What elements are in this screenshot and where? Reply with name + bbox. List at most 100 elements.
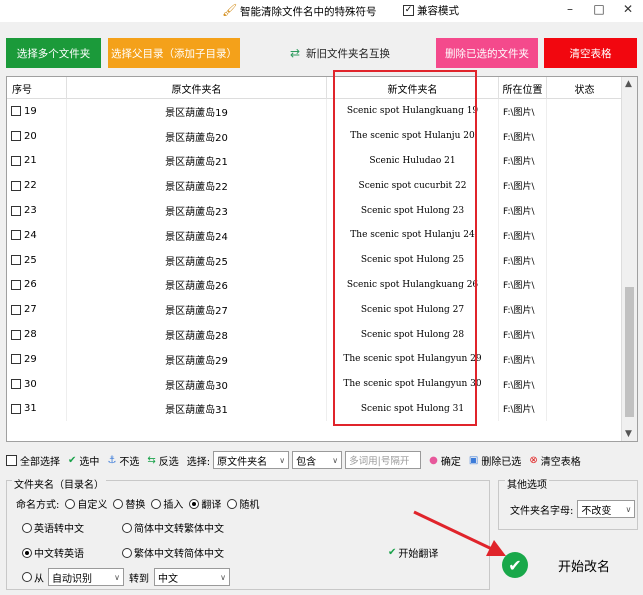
mode-insert-radio[interactable]: 插入: [151, 496, 183, 511]
cell-no: 25: [7, 247, 67, 273]
cell-no: 19: [7, 99, 67, 124]
swap-names-button[interactable]: ⇄ 新旧文件夹名互换: [285, 38, 395, 68]
confirm-button[interactable]: ● 确定: [429, 453, 461, 468]
table-row[interactable]: 31 景区葫蘆岛31 Scenic spot Hulong 31 F:\图片\: [7, 396, 623, 422]
table-body: 19 景区葫蘆岛19 Scenic spot Hulangkuang 19 F:\图片…: [7, 99, 623, 422]
table-row[interactable]: 19 景区葫蘆岛19 Scenic spot Hulangkuang 19 F:\图片…: [7, 99, 623, 124]
table-row[interactable]: 25 景区葫蘆岛25 Scenic spot Hulong 25 F:\图片\: [7, 247, 623, 273]
select-multiple-folders-button[interactable]: 选择多个文件夹: [6, 38, 101, 68]
row-checkbox[interactable]: [11, 155, 21, 166]
from-language-select[interactable]: 自动识别 ∨: [48, 568, 124, 586]
row-checkbox[interactable]: [11, 255, 21, 266]
cell-location: F:\图片\: [499, 371, 547, 397]
deselect-button[interactable]: ⚓ 不选: [107, 453, 139, 468]
clear-table-small-button[interactable]: ⊗ 清空表格: [529, 453, 580, 468]
table-row[interactable]: 24 景区葫蘆岛24 The scenic spot Hulanju 24 F:\图片…: [7, 222, 623, 248]
close-button[interactable]: ✕: [617, 2, 639, 16]
row-checkbox[interactable]: [11, 354, 21, 365]
table-row[interactable]: 23 景区葫蘆岛23 Scenic spot Hulong 23 F:\图片\: [7, 198, 623, 223]
cell-original-name: 景区葫蘆岛27: [67, 297, 327, 323]
mode-random-radio[interactable]: 随机: [227, 496, 259, 511]
row-number: 29: [24, 353, 37, 365]
invert-icon: ⇆: [147, 454, 156, 466]
table-row[interactable]: 29 景区葫蘆岛29 The scenic spot Hulangyun 29 F:\…: [7, 346, 623, 372]
zh-to-en-radio[interactable]: 中文转英语: [22, 545, 116, 560]
scroll-down-icon[interactable]: ▼: [625, 429, 632, 439]
select-all-checkbox[interactable]: 全部选择: [6, 453, 60, 468]
row-checkbox[interactable]: [11, 131, 21, 142]
choose-group: 选择: 原文件夹名 ∨ 包含 ∨ 多词用|号隔开: [187, 451, 422, 469]
cell-status: [547, 272, 623, 298]
col-header-status[interactable]: 状态: [547, 77, 623, 99]
mode-custom-radio[interactable]: 自定义: [65, 496, 107, 511]
table-row[interactable]: 27 景区葫蘆岛27 Scenic spot Hulong 27 F:\图片\: [7, 297, 623, 323]
delete-selected-folders-button[interactable]: 删除已选的文件夹: [436, 38, 538, 68]
start-rename-button[interactable]: ✔ 开始改名: [498, 540, 638, 590]
letter-case-value: 不改变: [581, 505, 612, 517]
compat-mode-checkbox[interactable]: ✓ 兼容模式: [403, 3, 459, 18]
col-header-original[interactable]: 原文件夹名: [67, 77, 327, 99]
row-checkbox[interactable]: [11, 379, 21, 390]
table-row[interactable]: 26 景区葫蘆岛26 Scenic spot Hulangkuang 26 F:\图片…: [7, 272, 623, 298]
radio-icon: [113, 498, 124, 509]
cell-new-name: The scenic spot Hulanju 20: [327, 123, 499, 149]
compat-mode-label: 兼容模式: [417, 5, 459, 17]
chevron-down-icon: ∨: [279, 455, 286, 465]
en-to-zh-radio[interactable]: 英语转中文: [22, 520, 116, 535]
col-header-new[interactable]: 新文件夹名: [327, 77, 499, 99]
scroll-thumb[interactable]: [625, 287, 634, 417]
table-row[interactable]: 21 景区葫蘆岛21 Scenic Huludao 21 F:\图片\: [7, 148, 623, 174]
mode-replace-radio[interactable]: 替换: [113, 496, 145, 511]
from-radio[interactable]: 从: [22, 570, 44, 585]
trad-to-simp-radio[interactable]: 繁体中文转简体中文: [122, 545, 224, 560]
col-header-no[interactable]: 序号: [7, 77, 67, 99]
invert-selection-button[interactable]: ⇆ 反选: [147, 453, 178, 468]
row-checkbox[interactable]: [11, 180, 21, 191]
window-title: 智能清除文件名中的特殊符号: [240, 6, 377, 18]
row-checkbox[interactable]: [11, 106, 21, 117]
table-row[interactable]: 30 景区葫蘆岛30 The scenic spot Hulangyun 30 F:\…: [7, 371, 623, 397]
scroll-up-icon[interactable]: ▲: [625, 79, 632, 89]
invert-label: 反选: [158, 456, 179, 468]
cell-original-name: 景区葫蘆岛24: [67, 222, 327, 248]
select-button[interactable]: ✔ 选中: [68, 453, 99, 468]
naming-mode-label: 命名方式:: [16, 500, 60, 511]
select-parent-dir-button[interactable]: 选择父目录（添加子目录）: [108, 38, 240, 68]
vertical-scrollbar[interactable]: ▲ ▼: [621, 77, 637, 441]
match-select[interactable]: 包含 ∨: [292, 451, 343, 469]
simp-to-trad-radio[interactable]: 简体中文转繁体中文: [122, 520, 224, 535]
row-checkbox[interactable]: [11, 279, 21, 290]
delete-selected-button[interactable]: ▣ 删除已选: [469, 453, 521, 468]
naming-mode-row: 命名方式: 自定义 替换 插入 翻译 随机: [16, 496, 265, 511]
zh-to-en-label: 中文转英语: [34, 549, 84, 560]
radio-icon: [122, 547, 132, 558]
deselect-label: 不选: [119, 456, 140, 468]
to-language-select[interactable]: 中文 ∨: [154, 568, 230, 586]
row-checkbox[interactable]: [11, 205, 21, 216]
col-header-location[interactable]: 所在位置: [499, 77, 547, 99]
clear-table-button[interactable]: 清空表格: [544, 38, 637, 68]
row-checkbox[interactable]: [11, 403, 21, 414]
mode-translate-radio[interactable]: 翻译: [189, 496, 221, 511]
start-translate-button[interactable]: ✔ 开始翻译: [388, 545, 438, 560]
row-checkbox[interactable]: [11, 304, 21, 315]
row-number: 24: [24, 229, 37, 241]
cell-status: [547, 198, 623, 223]
keyword-input[interactable]: 多词用|号隔开: [345, 451, 422, 469]
table-row[interactable]: 20 景区葫蘆岛20 The scenic spot Hulanju 20 F:\图片…: [7, 123, 623, 149]
row-checkbox[interactable]: [11, 230, 21, 241]
cell-status: [547, 371, 623, 397]
letter-case-select[interactable]: 不改变 ∨: [577, 500, 636, 518]
minimize-button[interactable]: –: [559, 2, 581, 16]
table-row[interactable]: 28 景区葫蘆岛28 Scenic spot Hulong 28 F:\图片\: [7, 322, 623, 347]
row-checkbox[interactable]: [11, 329, 21, 340]
radio-icon: [65, 498, 76, 509]
letter-case-label: 文件夹名字母:: [510, 505, 574, 517]
start-translate-label: 开始翻译: [398, 549, 439, 560]
cell-no: 21: [7, 148, 67, 174]
field-select[interactable]: 原文件夹名 ∨: [213, 451, 290, 469]
cell-location: F:\图片\: [499, 148, 547, 174]
maximize-button[interactable]: □: [588, 2, 610, 16]
table-row[interactable]: 22 景区葫蘆岛22 Scenic spot cucurbit 22 F:\图片\: [7, 173, 623, 199]
row-number: 30: [24, 378, 37, 390]
